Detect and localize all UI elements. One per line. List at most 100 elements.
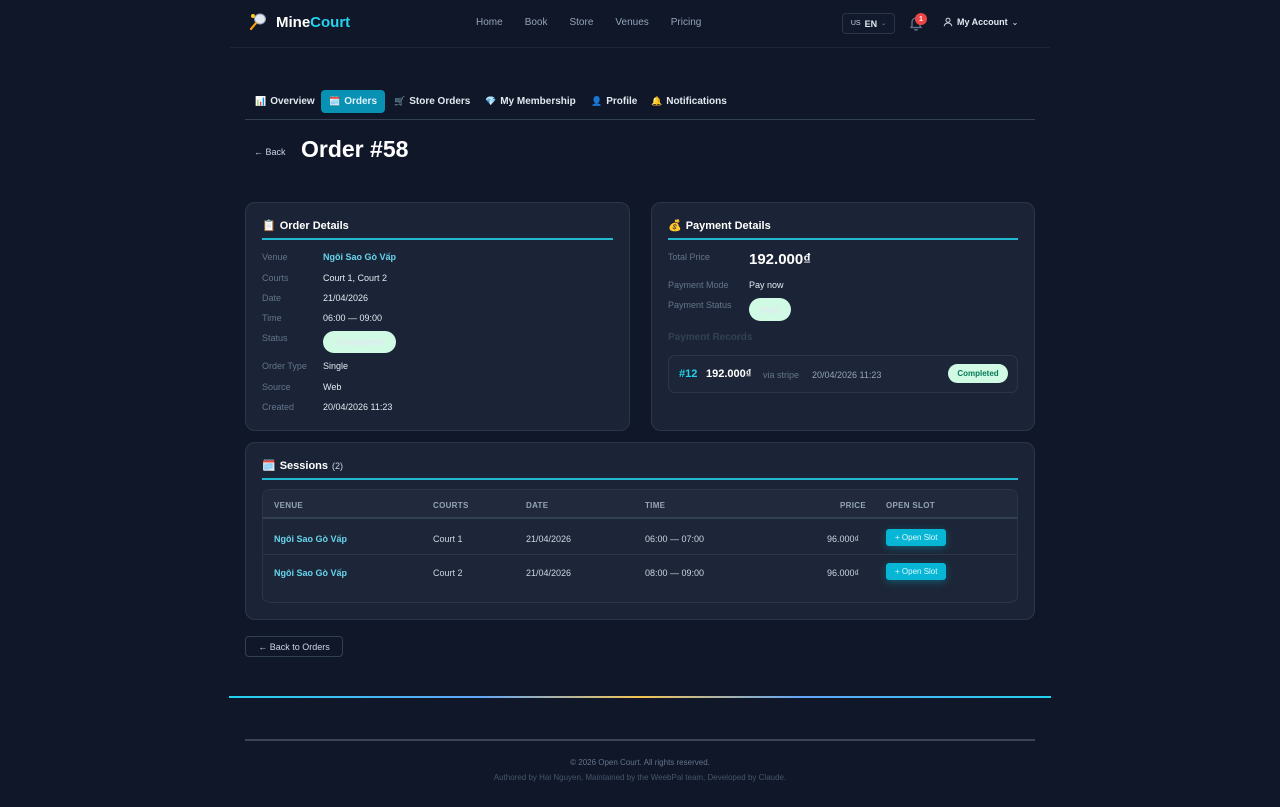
diamond-icon: 💎: [485, 96, 497, 106]
table-row: Ngôi Sao Gò Vấp Court 2 21/04/2026 08:00…: [263, 555, 1017, 589]
tab-label: Orders: [344, 96, 378, 107]
session-court: Court 2: [433, 568, 463, 578]
table-header: VENUE COURTS DATE TIME PRICE OPEN SLOT: [263, 490, 1017, 519]
language-selector[interactable]: US EN ⌄: [842, 13, 895, 34]
open-slot-button[interactable]: + Open Slot: [886, 529, 947, 546]
back-link[interactable]: ← Back: [254, 147, 286, 157]
detail-label: Status: [262, 333, 288, 343]
footer-credits: Authored by Hai Nguyen, Maintained by th…: [493, 773, 787, 782]
session-price: 96.000₫: [827, 534, 860, 544]
tab-label: Overview: [270, 96, 315, 107]
session-venue-link[interactable]: Ngôi Sao Gò Vấp: [274, 534, 347, 544]
session-date: 21/04/2026: [526, 568, 572, 578]
nav-store[interactable]: Store: [569, 17, 593, 28]
tab-notifications[interactable]: 🔔 Notifications: [643, 90, 735, 113]
column-header-venue: VENUE: [274, 501, 304, 510]
tab-label: Notifications: [666, 96, 727, 107]
calendar-icon: 🗓️: [329, 96, 341, 106]
account-tabs: 📊 Overview 🗓️ Orders 🛒 Store Orders 💎 My…: [245, 90, 1035, 120]
detail-label: Venue: [262, 252, 288, 262]
payment-details-card: 💰 Payment Details Total Price 192.000₫ P…: [651, 202, 1035, 431]
tab-label: My Membership: [500, 96, 576, 107]
tab-my-membership[interactable]: 💎 My Membership: [477, 90, 584, 113]
record-datetime: 20/04/2026 11:23: [812, 370, 882, 380]
column-header-courts: COURTS: [433, 501, 469, 510]
money-bag-icon: 💰: [668, 220, 682, 232]
record-method: via stripe: [763, 370, 800, 380]
racket-logo-icon: [249, 13, 266, 31]
column-header-open-slot: OPEN SLOT: [886, 501, 935, 510]
calendar-icon: 🗓️: [262, 460, 276, 472]
detail-value: Pay now: [749, 280, 784, 290]
detail-label: Order Type: [262, 361, 307, 371]
card-title-text: Sessions: [279, 459, 329, 472]
sessions-card: 🗓️ Sessions (2) VENUE COURTS DATE TIME P…: [245, 442, 1035, 620]
account-label: My Account: [957, 17, 1008, 27]
back-to-orders-button[interactable]: ← Back to Orders: [245, 636, 343, 657]
detail-value: 06:00 — 09:00: [323, 313, 383, 323]
card-title-text: Order Details: [279, 219, 349, 232]
detail-value: Single: [323, 361, 349, 371]
card-divider: [262, 238, 613, 240]
order-details-card: 📋 Order Details Venue Ngôi Sao Gò Vấp Co…: [245, 202, 630, 431]
tab-overview[interactable]: 📊 Overview: [247, 90, 323, 113]
detail-label: Payment Mode: [668, 280, 729, 290]
card-divider: [668, 238, 1018, 240]
session-price: 96.000₫: [827, 568, 860, 578]
footer-accent-line: [229, 696, 1051, 698]
brand-name: MineCourt: [276, 13, 351, 31]
session-venue-link[interactable]: Ngôi Sao Gò Vấp: [274, 568, 347, 578]
nav-pricing[interactable]: Pricing: [671, 17, 702, 28]
venue-link[interactable]: Ngôi Sao Gò Vấp: [323, 252, 396, 262]
tab-store-orders[interactable]: 🛒 Store Orders: [386, 90, 478, 113]
card-title: 💰 Payment Details: [668, 219, 771, 233]
card-title: 📋 Order Details: [262, 219, 349, 233]
detail-value: Court 1, Court 2: [323, 273, 388, 283]
tab-orders[interactable]: 🗓️ Orders: [321, 90, 386, 113]
session-time: 06:00 — 07:00: [645, 534, 705, 544]
chart-icon: 📊: [255, 96, 267, 106]
record-amount: 192.000₫: [706, 368, 752, 380]
main-nav: Home Book Store Venues Pricing: [476, 17, 701, 28]
cart-icon: 🛒: [394, 96, 406, 106]
open-slot-button[interactable]: + Open Slot: [886, 563, 947, 580]
nav-venues[interactable]: Venues: [615, 17, 648, 28]
detail-label: Total Price: [668, 252, 711, 262]
language-code: EN: [864, 18, 878, 29]
bell-icon: 🔔: [651, 96, 663, 106]
detail-label: Payment Status: [668, 300, 732, 310]
tab-profile[interactable]: 👤 Profile: [583, 90, 645, 113]
column-header-date: DATE: [526, 501, 549, 510]
page-title: Order #58: [301, 136, 409, 162]
brand[interactable]: MineCourt: [248, 12, 350, 32]
detail-label: Time: [262, 313, 282, 323]
detail-value: Web: [323, 382, 342, 392]
nav-home[interactable]: Home: [476, 17, 503, 28]
detail-value: 20/04/2026 11:23: [323, 402, 393, 412]
person-icon: 👤: [591, 96, 603, 106]
top-header: MineCourt Home Book Store Venues Pricing…: [230, 0, 1050, 48]
clipboard-icon: 📋: [262, 220, 276, 232]
footer-copyright: © 2026 Open Court. All rights reserved.: [570, 758, 710, 767]
flag-label: US: [850, 20, 861, 27]
column-header-time: TIME: [645, 501, 666, 510]
session-court: Court 1: [433, 534, 463, 544]
detail-value: 21/04/2026: [323, 293, 369, 303]
column-header-price: PRICE: [840, 501, 866, 510]
notification-badge: 1: [915, 13, 927, 25]
detail-label: Created: [262, 402, 295, 412]
card-divider: [262, 478, 1018, 480]
status-badge: Completed: [323, 331, 396, 353]
detail-label: Source: [262, 382, 291, 392]
record-status-badge: Completed: [948, 364, 1008, 383]
detail-label: Date: [262, 293, 282, 303]
record-id[interactable]: #12: [679, 368, 697, 380]
tab-label: Profile: [606, 96, 638, 107]
tab-label: Store Orders: [409, 96, 471, 107]
account-menu[interactable]: My Account ⌄: [943, 17, 1018, 27]
chevron-down-icon: ⌄: [881, 21, 887, 27]
card-title-text: Payment Details: [685, 219, 771, 232]
user-icon: [943, 17, 953, 27]
session-date: 21/04/2026: [526, 534, 572, 544]
nav-book[interactable]: Book: [525, 17, 548, 28]
